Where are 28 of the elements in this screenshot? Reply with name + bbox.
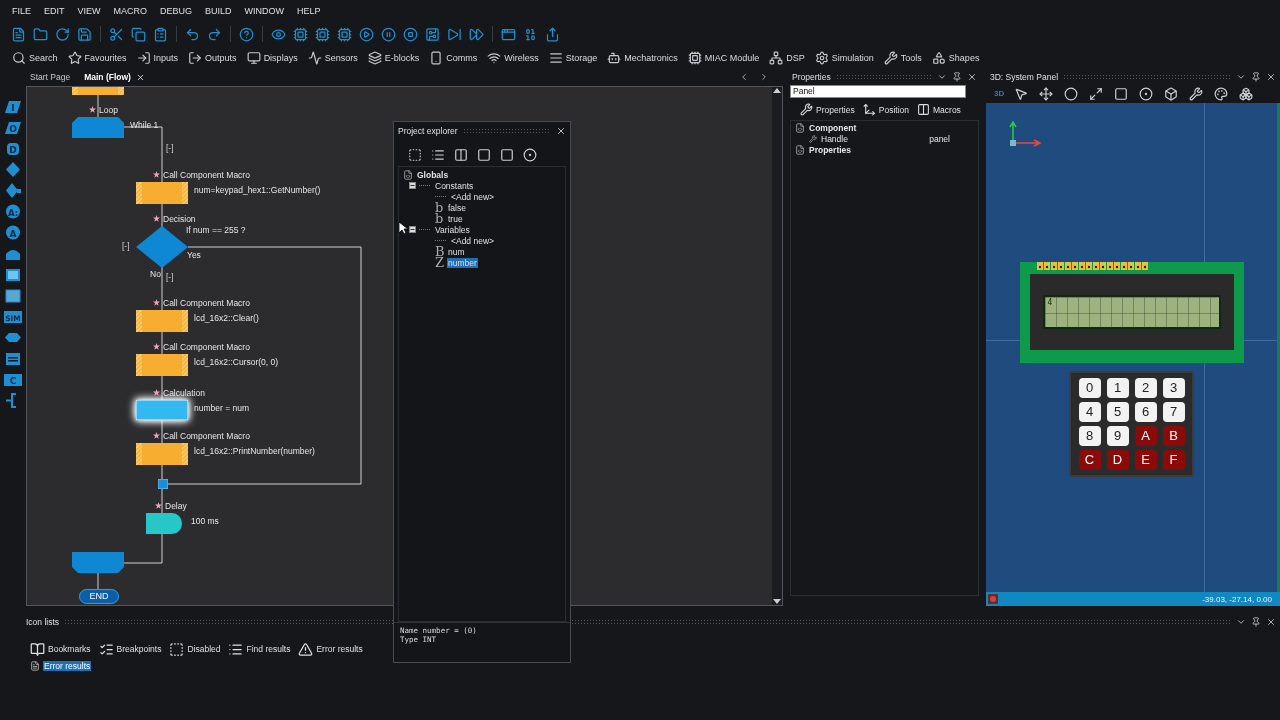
window-title: Project explorer xyxy=(398,126,458,136)
lcd-character: 4 xyxy=(1047,297,1053,307)
type-letter: b xyxy=(435,202,444,213)
branch-label: No xyxy=(150,268,161,279)
block-text: number = num xyxy=(194,402,250,413)
block-title: Call Component Macro xyxy=(163,169,250,180)
type-letter: Z xyxy=(435,257,444,268)
block-title: Call Component Macro xyxy=(163,430,250,441)
block-text: num=keypad_hex1::GetNumber() xyxy=(194,184,321,195)
panel-title: 3D: System Panel xyxy=(990,71,1059,82)
block-title: Loop xyxy=(99,104,118,115)
block-title: Calculation xyxy=(163,387,206,398)
block-text: lcd_16x2::Cursor(0, 0) xyxy=(194,356,279,367)
coordinates: -39.03, -27.14, 0.00 xyxy=(1202,594,1272,604)
block-text: If num == 255 ? xyxy=(186,224,246,235)
block-text: lcd_16x2::PrintNumber(number) xyxy=(194,445,315,456)
type-letter: B xyxy=(435,246,444,257)
type-letter: b xyxy=(435,213,444,224)
block-text: lcd_16x2::Clear() xyxy=(194,312,259,323)
block-title: Decision xyxy=(163,213,196,224)
branch-label: Yes xyxy=(187,249,201,260)
block-title: Delay xyxy=(165,500,187,511)
block-title: Call Component Macro xyxy=(163,297,250,308)
block-text: While 1 xyxy=(130,119,159,130)
block-title: Call Component Macro xyxy=(163,341,250,352)
block-text: 100 ms xyxy=(191,515,219,526)
panel-title: Properties xyxy=(792,71,831,82)
panel-title: Icon lists xyxy=(26,617,60,628)
